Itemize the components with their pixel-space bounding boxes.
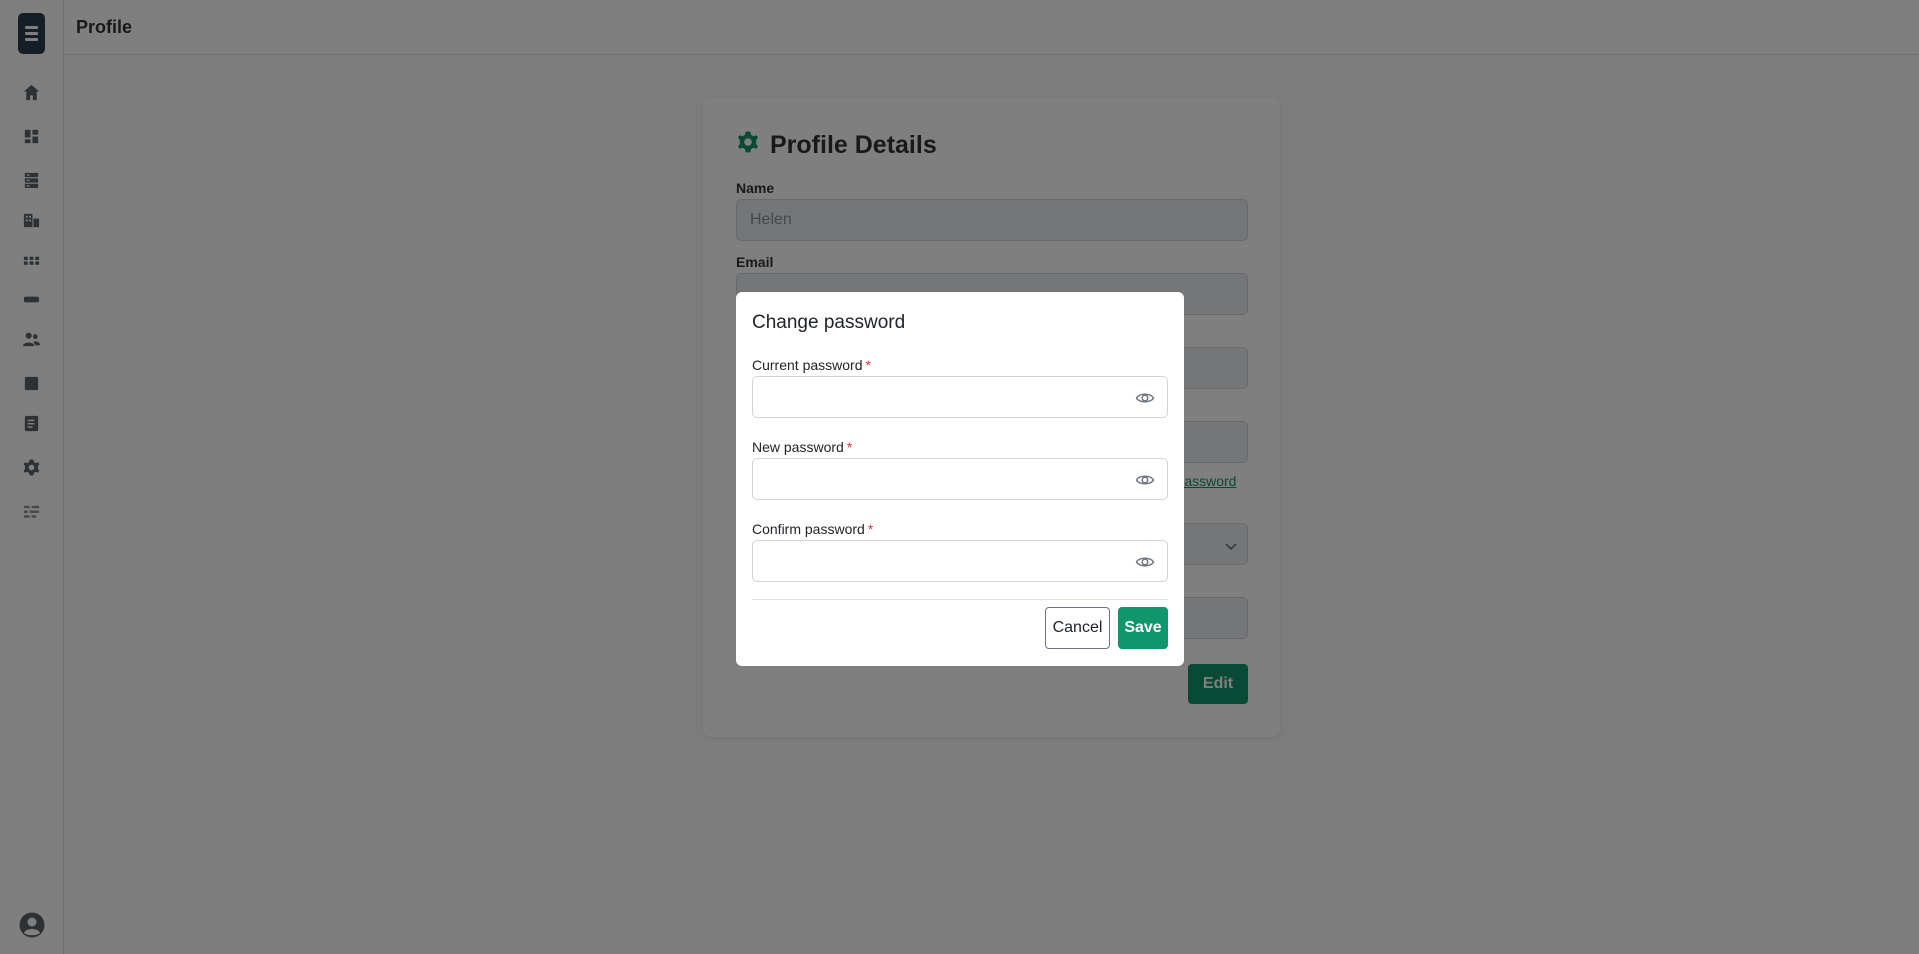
eye-icon[interactable] [1135,470,1155,490]
confirm-password-input[interactable] [752,540,1168,582]
save-button[interactable]: Save [1118,607,1168,649]
new-password-input[interactable] [752,458,1168,500]
required-marker: * [846,439,853,455]
change-password-modal: Change password Current password * New pa… [736,292,1184,666]
current-password-label: Current password * [752,357,871,373]
confirm-password-label: Confirm password * [752,521,874,537]
eye-icon[interactable] [1135,388,1155,408]
new-password-label: New password * [752,439,853,455]
cancel-button[interactable]: Cancel [1045,607,1110,649]
required-marker: * [865,357,871,373]
required-marker: * [867,521,874,537]
modal-divider [752,599,1168,600]
modal-title: Change password [752,312,906,333]
eye-icon[interactable] [1135,552,1155,572]
current-password-input[interactable] [752,376,1168,418]
